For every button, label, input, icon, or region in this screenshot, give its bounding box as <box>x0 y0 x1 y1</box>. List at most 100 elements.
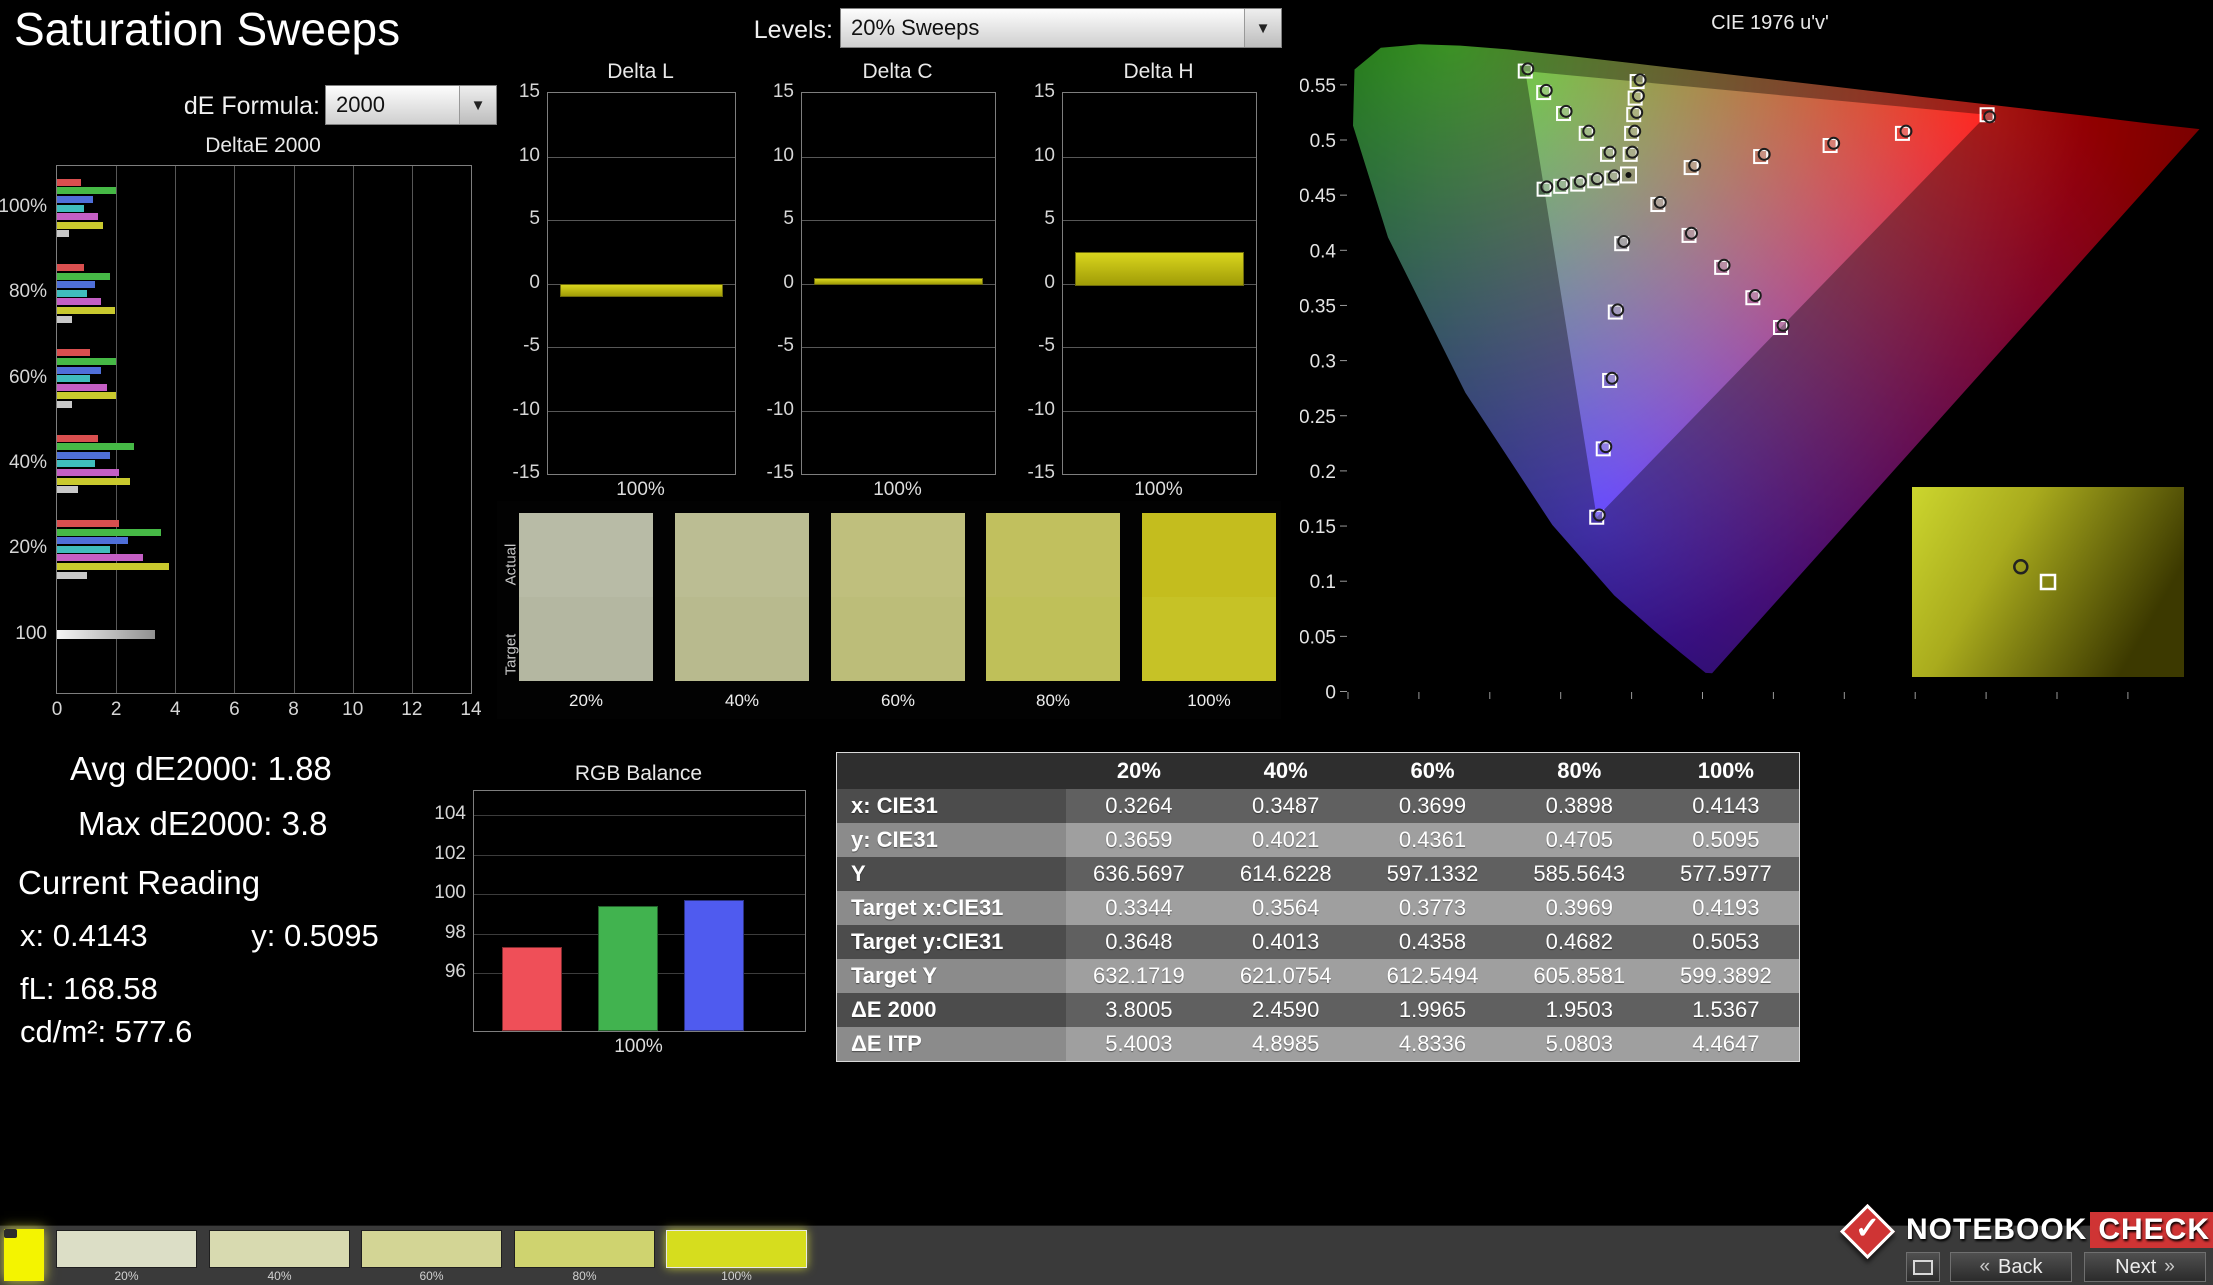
measurement-marker <box>1594 510 1605 521</box>
table-cell: 599.3892 <box>1653 959 1800 993</box>
table-row: Target x:CIE310.33440.35640.37730.39690.… <box>837 891 1800 925</box>
table-cell: 0.3487 <box>1212 789 1359 823</box>
measurement-marker <box>1618 236 1629 247</box>
delta-y-label: 5 <box>783 208 794 230</box>
cie-y-tick-label: 0 <box>1325 683 1336 701</box>
delta-y-label: -5 <box>523 335 540 357</box>
cie-y-tick-label: 0.4 <box>1310 241 1337 262</box>
delta-c-title: Delta C <box>801 60 994 84</box>
avg-label: Avg dE2000: <box>70 750 258 787</box>
delta-y-label: 0 <box>529 272 540 294</box>
delta-y-label: 15 <box>773 81 794 103</box>
actual-row-label: Actual <box>503 525 520 605</box>
table-row: Y636.5697614.6228597.1332585.5643577.597… <box>837 857 1800 891</box>
chevron-down-icon[interactable]: ▼ <box>459 86 496 124</box>
table-cell: 0.3773 <box>1359 891 1506 925</box>
saturation-swatch-40% <box>675 513 809 681</box>
de-formula-dropdown[interactable]: 2000 ▼ <box>325 85 497 125</box>
delta-gridline <box>1063 220 1256 221</box>
x-value: 0.4143 <box>53 918 148 953</box>
deltae-bar <box>57 435 98 442</box>
swatch-level-label: 80% <box>986 691 1120 711</box>
measurement-marker <box>1592 173 1603 184</box>
max-de2000: Max dE2000: 3.8 <box>78 805 328 843</box>
swatch-level-label: 100% <box>1142 691 1276 711</box>
chevron-down-icon[interactable]: ▼ <box>1244 9 1281 47</box>
table-cell: 614.6228 <box>1212 857 1359 891</box>
table-cell: 4.4647 <box>1653 1027 1800 1062</box>
measurement-marker <box>1605 147 1616 158</box>
measurement-marker <box>1778 320 1789 331</box>
next-button[interactable]: Next » <box>2084 1252 2206 1282</box>
measurement-marker <box>1635 74 1646 85</box>
patch-color <box>514 1230 655 1268</box>
back-button[interactable]: « Back <box>1950 1252 2072 1282</box>
delta-gridline <box>548 220 735 221</box>
deltae-x-tick-label: 10 <box>342 699 363 721</box>
table-cell: 3.8005 <box>1066 993 1213 1027</box>
table-cell: 0.3564 <box>1212 891 1359 925</box>
levels-dropdown[interactable]: 20% Sweeps ▼ <box>840 8 1282 48</box>
table-cell: 2.4590 <box>1212 993 1359 1027</box>
rgb-y-label: 104 <box>434 803 466 825</box>
deltae-bar <box>57 316 72 323</box>
cie-inset-zoom <box>1912 487 2184 677</box>
table-column-header: 80% <box>1506 753 1653 790</box>
current-xy: x: 0.4143 y: 0.5095 <box>20 918 379 954</box>
cie-y-tick-label: 0.3 <box>1310 352 1336 373</box>
table-cell: 0.4013 <box>1212 925 1359 959</box>
patch-button-60%[interactable]: 60% <box>361 1230 502 1283</box>
delta-y-label: -10 <box>767 399 794 421</box>
table-cell: 0.4021 <box>1212 823 1359 857</box>
table-cell: 0.4193 <box>1653 891 1800 925</box>
rgb-gridline <box>474 894 805 895</box>
patch-button-20%[interactable]: 20% <box>56 1230 197 1283</box>
current-reading-heading: Current Reading <box>18 864 260 902</box>
cie-y-tick-label: 0.05 <box>1300 627 1336 648</box>
measurement-marker <box>1655 197 1666 208</box>
deltae-bar <box>57 179 81 186</box>
delta-value-bar <box>560 284 723 297</box>
delta-gridline <box>1063 347 1256 348</box>
deltae-y-label: 100 <box>15 623 47 645</box>
patch-button-80%[interactable]: 80% <box>514 1230 655 1283</box>
table-column-header: 40% <box>1212 753 1359 790</box>
notebookcheck-logo: ✓ NOTEBOOKCHECK <box>1840 1206 2213 1254</box>
patch-label: 60% <box>361 1269 502 1283</box>
back-label: Back <box>1998 1256 2042 1279</box>
deltae-bar <box>57 384 107 391</box>
patch-label: 80% <box>514 1269 655 1283</box>
delta-l-title: Delta L <box>547 60 734 84</box>
deltae-bar <box>57 230 69 237</box>
patch-button-40%[interactable]: 40% <box>209 1230 350 1283</box>
delta-gridline <box>548 411 735 412</box>
delta-y-label: -15 <box>1028 462 1055 484</box>
deltae-bar <box>57 529 161 536</box>
patch-color <box>666 1230 807 1268</box>
rgb-bar-red <box>502 947 562 1031</box>
de-formula-label: dE Formula: <box>160 92 320 121</box>
deltae-chart: 02468101214100%80%60%40%20%100 <box>56 165 472 694</box>
deltae-bar <box>57 375 90 382</box>
delta-y-label: 15 <box>1034 81 1055 103</box>
patch-color <box>56 1230 197 1268</box>
row-label: Y <box>837 857 1066 891</box>
swatch-actual-color <box>986 513 1120 597</box>
measurement-marker <box>1750 290 1761 301</box>
deltae-bar <box>57 392 116 399</box>
deltae-bar <box>57 213 98 220</box>
page-title: Saturation Sweeps <box>14 2 400 56</box>
measurement-marker <box>1522 63 1533 74</box>
measurement-marker <box>1633 90 1644 101</box>
deltae-gridline <box>353 166 354 693</box>
patch-button-100%[interactable]: 100% <box>666 1230 807 1283</box>
cie-y-tick-label: 0.1 <box>1310 572 1336 593</box>
screenshot-button[interactable] <box>1906 1252 1940 1282</box>
deltae-bar <box>57 546 110 553</box>
measurement-marker <box>1984 111 1995 122</box>
delta-y-label: 5 <box>529 208 540 230</box>
table-cell: 0.3659 <box>1066 823 1213 857</box>
table-cell: 4.8336 <box>1359 1027 1506 1062</box>
table-column-header <box>837 753 1066 790</box>
de-formula-value: 2000 <box>326 86 459 124</box>
